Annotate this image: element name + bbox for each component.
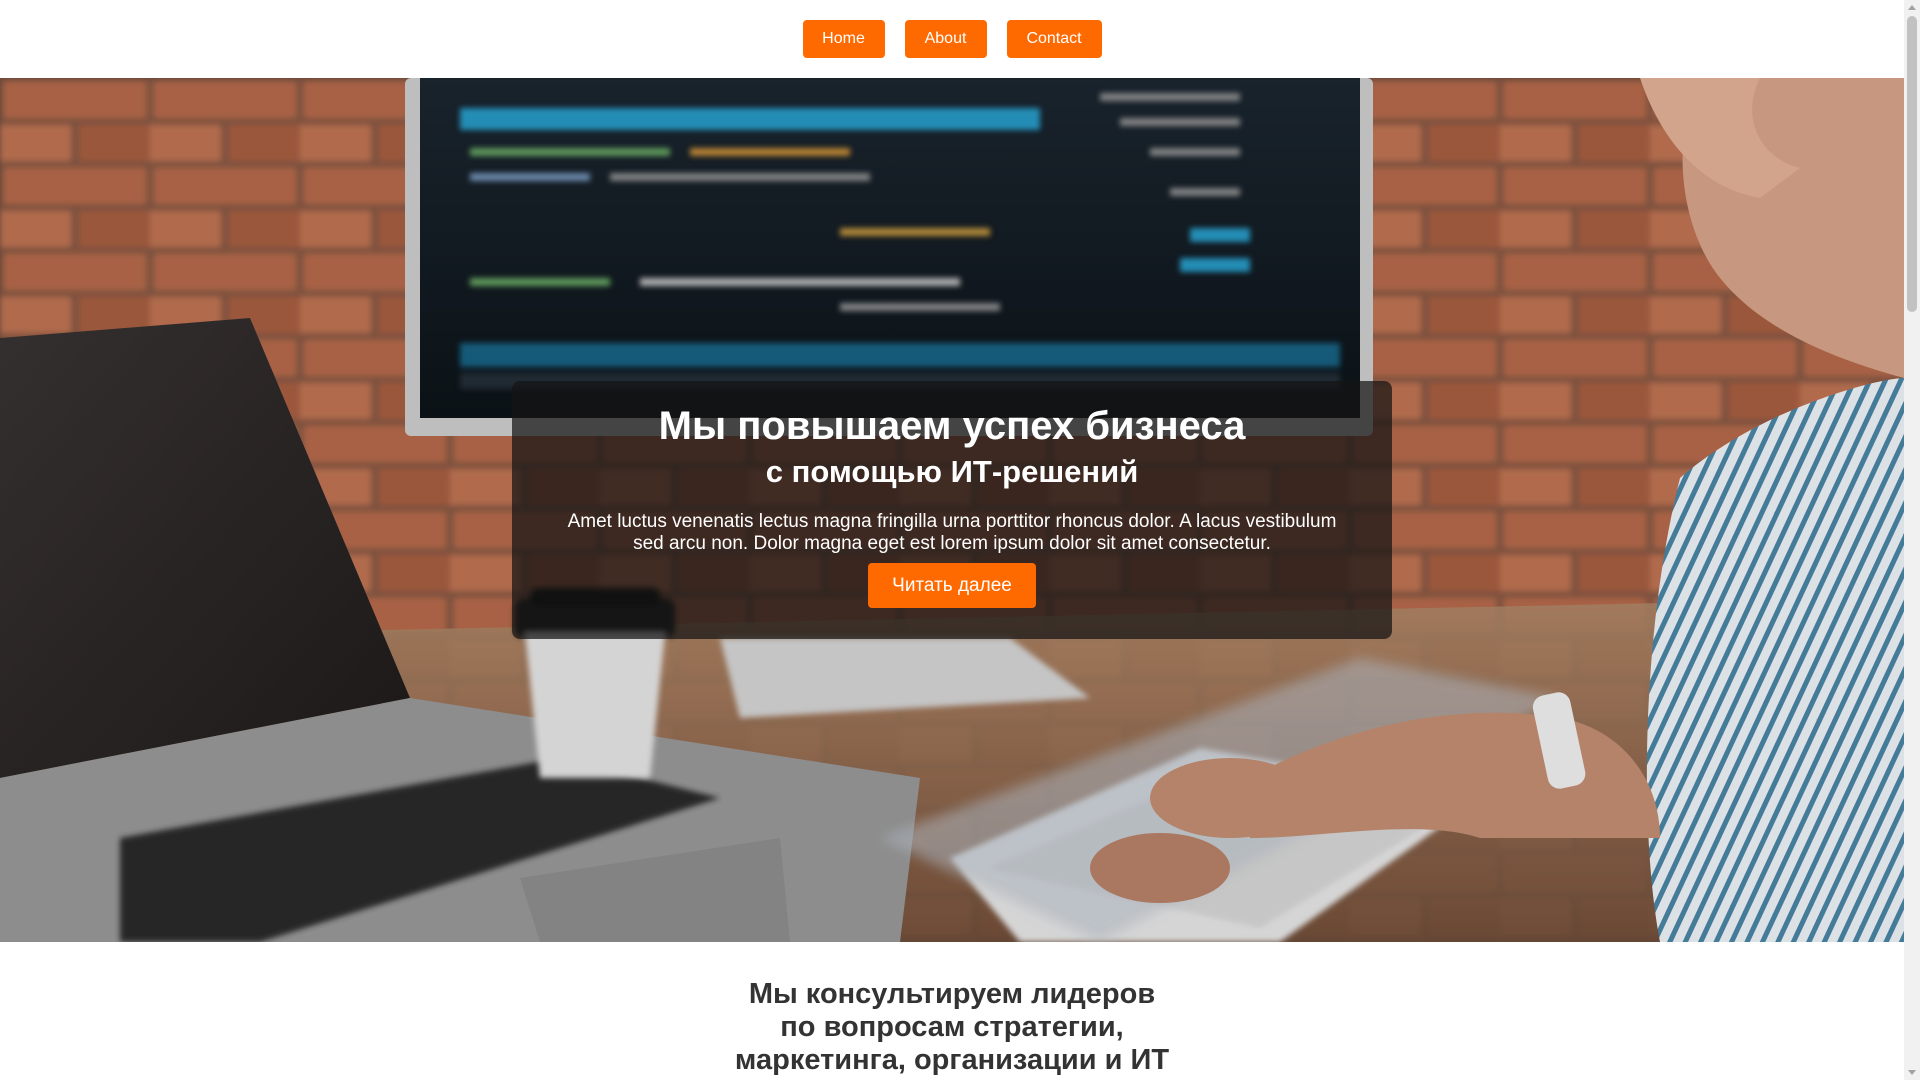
hero-description: Amet luctus venenatis lectus magna fring… — [567, 511, 1337, 554]
section-heading: Мы консультируем лидеров по вопросам стр… — [0, 978, 1904, 1077]
hero-title: Мы повышаем успех бизнеса — [658, 404, 1246, 448]
section-heading-line-3: маркетинга, организации и ИТ — [734, 1044, 1170, 1076]
top-navigation: Home About Contact — [0, 0, 1904, 78]
read-more-button[interactable]: Читать далее — [868, 563, 1036, 608]
section-heading-line-2: по вопросам стратегии, — [780, 1011, 1124, 1043]
section-heading-line-1: Мы консультируем лидеров — [748, 978, 1156, 1010]
hero-section: Мы повышаем успех бизнеса с помощью ИТ-р… — [0, 78, 1904, 942]
page: Home About Contact Мы повышаем успех биз… — [0, 0, 1920, 1080]
hero-subtitle: с помощью ИТ-решений — [765, 454, 1139, 489]
vertical-scrollbar[interactable] — [1904, 0, 1920, 1080]
nav-home-button[interactable]: Home — [802, 20, 885, 58]
scroll-up-arrow-icon[interactable] — [1908, 5, 1916, 10]
nav-contact-button[interactable]: Contact — [1006, 20, 1102, 58]
nav-about-button[interactable]: About — [904, 20, 987, 58]
scrollbar-thumb[interactable] — [1907, 16, 1917, 312]
hero-card: Мы повышаем успех бизнеса с помощью ИТ-р… — [512, 381, 1392, 639]
scroll-down-arrow-icon[interactable] — [1908, 1070, 1916, 1075]
